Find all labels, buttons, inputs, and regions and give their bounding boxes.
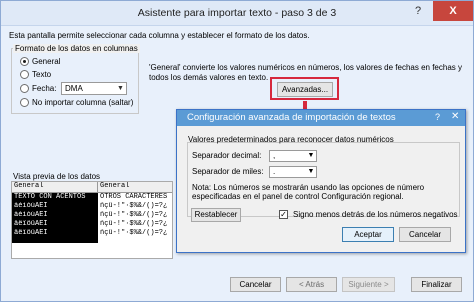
- close-button[interactable]: X: [433, 1, 473, 21]
- advanced-dialog-title-bar: Configuración avanzada de importación de…: [177, 110, 465, 126]
- advanced-close-button[interactable]: ✕: [451, 111, 459, 122]
- regional-settings-note: Nota: Los números se mostrarán usando la…: [192, 183, 425, 201]
- radio-general[interactable]: [20, 57, 29, 66]
- trailing-minus-label[interactable]: Signo menos detrás de los números negati…: [293, 210, 458, 219]
- accept-button[interactable]: Aceptar: [342, 227, 394, 242]
- advanced-button[interactable]: Avanzadas...: [277, 82, 333, 97]
- decimal-separator-select[interactable]: , ▼: [269, 150, 317, 162]
- reset-button[interactable]: Restablecer: [191, 208, 241, 222]
- radio-general-label[interactable]: General: [32, 57, 60, 66]
- preview-cell: ñçü-!"·$%&/()=?¿: [100, 220, 168, 228]
- preview-column[interactable]: OTROS CARACTERES ñçü-!"·$%&/()=?¿ ñçü-!"…: [98, 193, 172, 243]
- preview-column-header[interactable]: General: [98, 182, 172, 193]
- advanced-settings-dialog: Configuración avanzada de importación de…: [176, 109, 466, 253]
- radio-skip-label[interactable]: No importar columna (saltar): [32, 98, 133, 107]
- preview-cell: âêîôûÂÊÎ: [14, 229, 48, 237]
- cancel-button[interactable]: Cancelar: [230, 277, 281, 292]
- radio-text[interactable]: [20, 70, 29, 79]
- preview-cell: ñçü-!"·$%&/()=?¿: [100, 202, 168, 210]
- decimal-separator-value: ,: [273, 151, 276, 160]
- advanced-cancel-button[interactable]: Cancelar: [399, 227, 451, 242]
- column-format-group-title: Formato de los datos en columnas: [13, 44, 140, 53]
- preview-cell: àèìòùÀÈÌ: [14, 211, 48, 219]
- intro-text: Esta pantalla permite seleccionar cada c…: [9, 31, 310, 40]
- chevron-down-icon: ▼: [117, 85, 124, 92]
- preview-cell: TEXTO CON ACENTOS: [14, 193, 86, 201]
- radio-date-label[interactable]: Fecha:: [32, 84, 56, 93]
- preview-cell: äëïöüÄËÏ: [14, 220, 48, 228]
- data-preview[interactable]: General General TEXTO CON ACENTOS áéíóúÁ…: [11, 181, 173, 259]
- advanced-dialog-title: Configuración avanzada de importación de…: [187, 112, 396, 123]
- help-button[interactable]: ?: [403, 1, 433, 21]
- preview-cell: ñçü-!"·$%&/()=?¿: [100, 211, 168, 219]
- radio-skip[interactable]: [20, 98, 29, 107]
- thousands-separator-label: Separador de miles:: [192, 167, 264, 176]
- thousands-separator-value: .: [273, 167, 276, 176]
- date-format-select[interactable]: DMA ▼: [61, 82, 127, 95]
- back-button[interactable]: < Atrás: [286, 277, 337, 292]
- numeric-defaults-title: Valores predeterminados para reconocer d…: [188, 135, 394, 144]
- radio-date[interactable]: [20, 84, 29, 93]
- advanced-help-button[interactable]: ?: [435, 112, 440, 122]
- trailing-minus-checkbox[interactable]: ✓: [279, 210, 288, 219]
- chevron-down-icon: ▼: [307, 168, 315, 175]
- preview-cell: OTROS CARACTERES: [100, 193, 168, 201]
- preview-cell: ñçü-!"·$%&/()=?¿: [100, 229, 168, 237]
- title-bar: Asistente para importar texto - paso 3 d…: [1, 1, 473, 26]
- finish-button[interactable]: Finalizar: [411, 277, 462, 292]
- preview-column-selected[interactable]: TEXTO CON ACENTOS áéíóúÁÉÍ àèìòùÀÈÌ äëïö…: [12, 193, 98, 243]
- chevron-down-icon: ▼: [307, 152, 315, 159]
- preview-title: Vista previa de los datos: [13, 172, 101, 181]
- decimal-separator-label: Separador decimal:: [192, 151, 262, 160]
- thousands-separator-select[interactable]: . ▼: [269, 166, 317, 178]
- radio-text-label[interactable]: Texto: [32, 70, 51, 79]
- preview-cell: áéíóúÁÉÍ: [14, 202, 48, 210]
- next-button[interactable]: Siguiente >: [342, 277, 395, 292]
- preview-column-header[interactable]: General: [12, 182, 98, 193]
- date-format-value: DMA: [65, 84, 83, 93]
